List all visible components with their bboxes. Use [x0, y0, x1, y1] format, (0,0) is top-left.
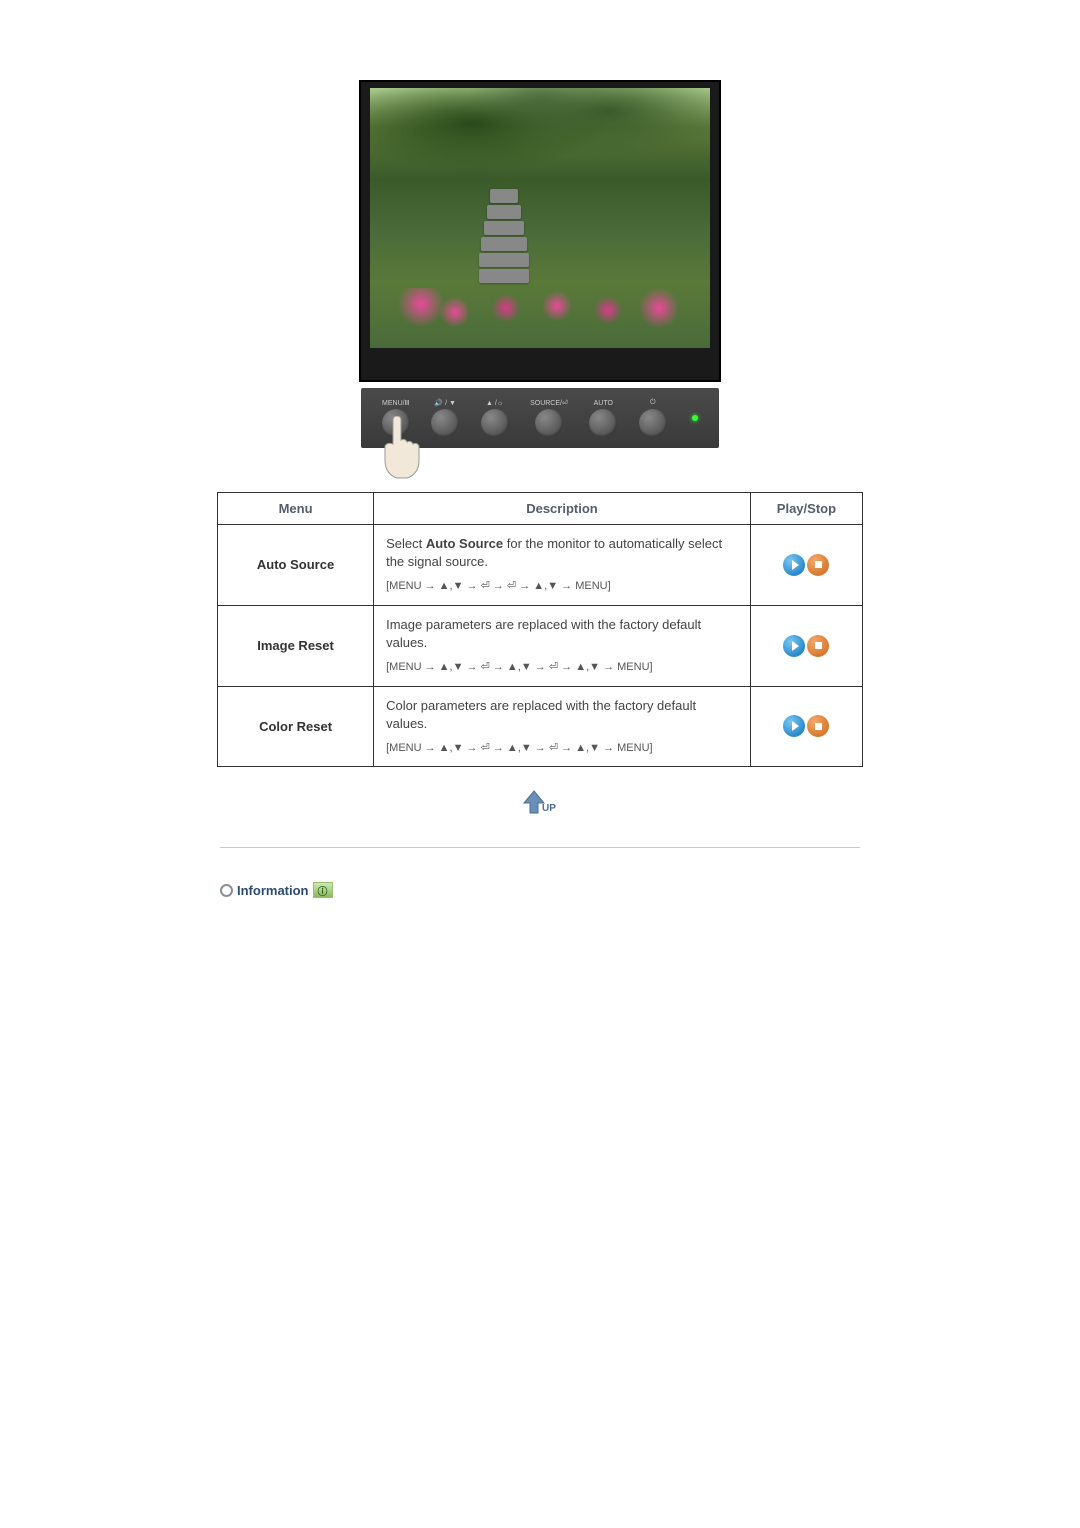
round-button[interactable] — [431, 409, 459, 437]
panel-label: SOURCE/⏎ — [530, 399, 568, 407]
playstop-cell — [750, 605, 862, 686]
monitor-button-panel: MENU/Ⅲ 🔊 / ▼ ▲ /☼ SOURCE/⏎ AUTO ⏻ — [361, 388, 719, 448]
table-row: Image Reset Image parameters are replace… — [218, 605, 863, 686]
panel-label: ▲ /☼ — [486, 400, 503, 407]
play-icon[interactable] — [783, 554, 805, 576]
table-header-row: Menu Description Play/Stop — [218, 493, 863, 525]
nav-sequence: [MENU → ▲,▼ → ⏎ → ▲,▼ → ⏎ → ▲,▼ → MENU] — [386, 660, 738, 675]
flowers-graphic — [370, 288, 710, 328]
stop-icon[interactable] — [807, 635, 829, 657]
th-description: Description — [374, 493, 751, 525]
menu-name-cell: Image Reset — [218, 605, 374, 686]
desc-text: Color parameters are replaced with the f… — [386, 698, 696, 731]
panel-label: ⏻ — [650, 399, 656, 407]
description-cell: Image parameters are replaced with the f… — [374, 605, 751, 686]
menu-name-cell: Color Reset — [218, 686, 374, 767]
round-button[interactable] — [639, 409, 667, 437]
description-cell: Color parameters are replaced with the f… — [374, 686, 751, 767]
panel-label: MENU/Ⅲ — [382, 399, 409, 407]
power-led-icon — [692, 415, 698, 421]
nav-sequence: [MENU → ▲,▼ → ⏎ → ⏎ → ▲,▼ → MENU] — [386, 579, 738, 594]
page-container: MENU/Ⅲ 🔊 / ▼ ▲ /☼ SOURCE/⏎ AUTO ⏻ — [0, 0, 1080, 898]
information-badge-icon: ⓘ — [313, 882, 333, 898]
playstop-cell — [750, 686, 862, 767]
round-button[interactable] — [481, 409, 509, 437]
stop-icon[interactable] — [807, 715, 829, 737]
th-menu: Menu — [218, 493, 374, 525]
play-icon[interactable] — [783, 715, 805, 737]
section-divider — [220, 847, 860, 848]
stop-icon[interactable] — [807, 554, 829, 576]
th-playstop: Play/Stop — [750, 493, 862, 525]
up-label-text: UP — [542, 803, 556, 814]
desc-strong: Auto Source — [426, 536, 503, 551]
round-button[interactable] — [589, 409, 617, 437]
playstop-cell — [750, 525, 862, 606]
panel-btn-auto: AUTO — [589, 400, 617, 437]
panel-label: 🔊 / ▼ — [434, 399, 455, 407]
table-row: Auto Source Select Auto Source for the m… — [218, 525, 863, 606]
desc-text: Select — [386, 536, 426, 551]
bullet-icon — [220, 884, 233, 897]
information-label: Information — [237, 883, 309, 898]
panel-btn-voldown: 🔊 / ▼ — [431, 399, 459, 437]
menu-name-cell: Auto Source — [218, 525, 374, 606]
panel-btn-source: SOURCE/⏎ — [530, 399, 568, 437]
nav-sequence: [MENU → ▲,▼ → ⏎ → ▲,▼ → ⏎ → ▲,▼ → MENU] — [386, 741, 738, 756]
desc-text: Image parameters are replaced with the f… — [386, 617, 701, 650]
panel-btn-brightup: ▲ /☼ — [481, 400, 509, 437]
description-cell: Select Auto Source for the monitor to au… — [374, 525, 751, 606]
play-icon[interactable] — [783, 635, 805, 657]
pagoda-graphic — [479, 187, 529, 297]
up-link[interactable]: UP — [520, 787, 560, 817]
menu-table: Menu Description Play/Stop Auto Source S… — [217, 492, 863, 767]
round-button[interactable] — [535, 409, 563, 437]
table-row: Color Reset Color parameters are replace… — [218, 686, 863, 767]
monitor-photo — [370, 88, 710, 348]
pointing-finger-icon — [375, 416, 425, 486]
panel-btn-power: ⏻ — [639, 399, 667, 437]
information-heading: Information ⓘ — [220, 882, 860, 898]
panel-label: AUTO — [594, 400, 613, 407]
monitor-display — [359, 80, 721, 382]
